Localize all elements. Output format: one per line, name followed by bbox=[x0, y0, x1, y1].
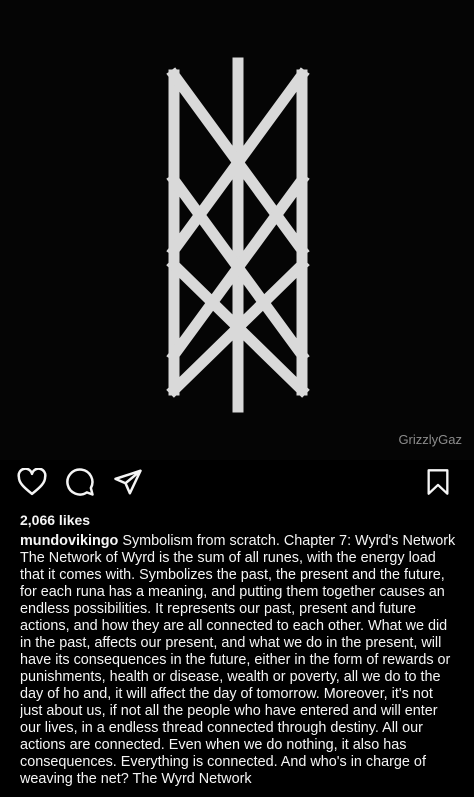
heart-icon[interactable] bbox=[15, 465, 49, 499]
bookmark-icon[interactable] bbox=[421, 465, 455, 499]
web-of-wyrd-rune-icon bbox=[166, 57, 310, 413]
caption-text: Symbolism from scratch. Chapter 7: Wyrd'… bbox=[20, 533, 456, 787]
send-icon[interactable] bbox=[111, 465, 145, 499]
post-caption: mundovikingo Symbolism from scratch. Cha… bbox=[20, 533, 458, 797]
comment-icon[interactable] bbox=[63, 465, 97, 499]
caption-username[interactable]: mundovikingo bbox=[20, 533, 118, 549]
likes-count[interactable]: 2,066 likes bbox=[20, 512, 90, 528]
action-bar bbox=[0, 462, 474, 502]
post-image[interactable]: GrizzlyGaz bbox=[0, 0, 474, 460]
watermark: GrizzlyGaz bbox=[398, 432, 462, 447]
